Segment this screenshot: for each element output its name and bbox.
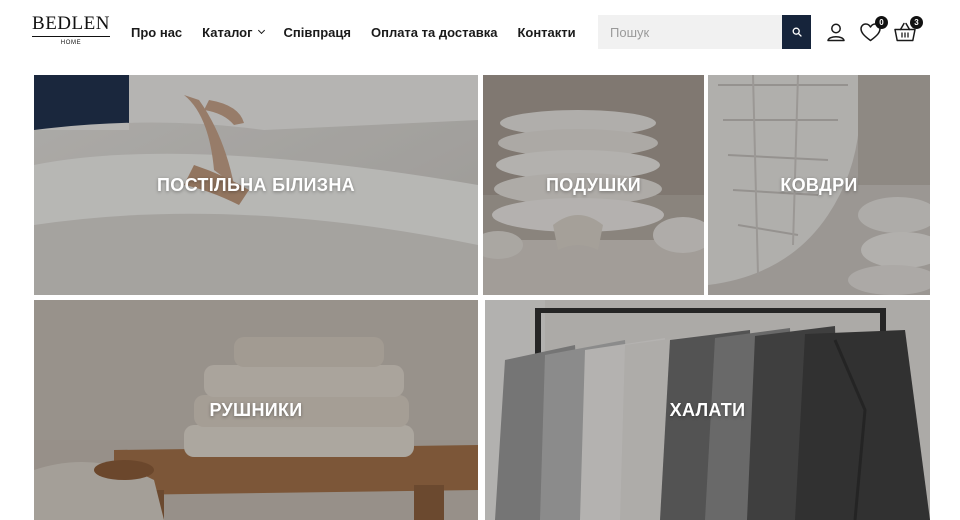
nav-item-label: Оплата та доставка [370, 24, 498, 40]
wishlist-button[interactable]: 0 [858, 16, 888, 44]
nav-item-catalog[interactable]: Каталог [202, 24, 265, 40]
nav-item-about[interactable]: Про нас [131, 25, 182, 40]
site-header: BEDLEN HOME Про нас Каталог Співпраця Оп… [0, 0, 960, 66]
category-label: РУШНИКИ [209, 400, 303, 420]
nav-item-cooperation[interactable]: Співпраця [284, 25, 351, 40]
category-tile-bed-linen[interactable]: ПОСТІЛЬНА БІЛИЗНА [34, 75, 478, 295]
search-box [598, 15, 811, 49]
search-button[interactable] [782, 15, 811, 49]
brand-subtitle: HOME [60, 40, 82, 46]
category-label: КОВДРИ [780, 175, 858, 195]
wishlist-count-badge: 0 [875, 16, 888, 29]
brand-logo[interactable]: BEDLEN HOME [32, 13, 110, 51]
category-label: ХАЛАТИ [669, 400, 746, 420]
category-tile-duvets[interactable]: КОВДРИ [708, 75, 930, 295]
search-icon [792, 27, 802, 37]
cart-count-badge: 3 [910, 16, 923, 29]
category-tile-towels[interactable]: РУШНИКИ [34, 300, 478, 520]
nav-item-label: Про нас [131, 24, 183, 40]
chevron-down-icon [257, 26, 265, 35]
category-label: ПОДУШКИ [545, 175, 642, 195]
nav-item-label: Контакти [517, 24, 576, 40]
nav-item-label: Каталог [202, 24, 253, 40]
search-input[interactable] [598, 15, 782, 49]
user-icon [827, 23, 845, 42]
category-tile-pillows[interactable]: ПОДУШКИ [483, 75, 704, 295]
cart-button[interactable]: 3 [893, 16, 923, 44]
category-tile-robes[interactable]: ХАЛАТИ [485, 300, 930, 520]
brand-name: BEDLEN [32, 13, 110, 34]
category-label: ПОСТІЛЬНА БІЛИЗНА [157, 175, 355, 195]
main-nav: Про нас Каталог Співпраця Оплата та дост… [131, 22, 576, 42]
nav-item-label: Співпраця [283, 24, 351, 40]
nav-item-contacts[interactable]: Контакти [517, 25, 575, 40]
logo-divider [32, 36, 110, 37]
nav-item-payment-delivery[interactable]: Оплата та доставка [371, 25, 497, 40]
account-button[interactable] [824, 20, 848, 44]
